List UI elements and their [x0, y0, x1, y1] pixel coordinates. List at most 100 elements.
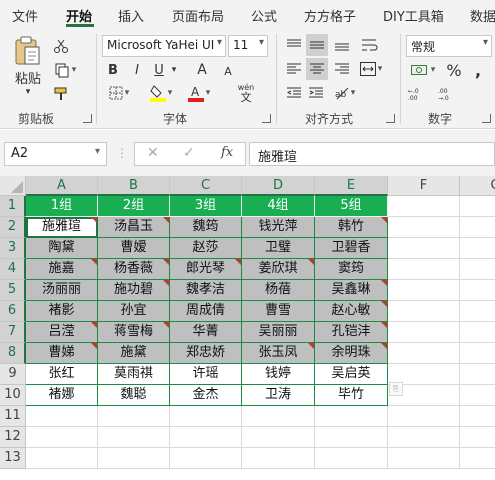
table-cell[interactable]: 姜欣琪 [242, 259, 315, 280]
comma-style-button[interactable]: , [468, 60, 488, 80]
clipboard-launcher-icon[interactable] [83, 114, 92, 123]
column-header-d[interactable]: D [242, 176, 315, 196]
table-cell[interactable]: 魏筠 [170, 217, 242, 238]
table-cell[interactable]: 曹嫒 [98, 238, 170, 259]
table-cell[interactable]: 余明珠 [315, 343, 388, 364]
empty-cell[interactable] [388, 217, 460, 238]
table-cell[interactable]: 华菁 [170, 322, 242, 343]
column-header-f[interactable]: F [388, 176, 460, 196]
formula-input[interactable]: 施雅瑄 [249, 142, 495, 166]
column-header-e[interactable]: E [315, 176, 388, 196]
table-cell[interactable]: 毕竹 [315, 385, 388, 406]
orientation-icon[interactable]: ab ▾ [330, 84, 360, 102]
table-cell[interactable]: 施功碧 [98, 280, 170, 301]
empty-cell[interactable] [460, 385, 495, 406]
percent-button[interactable]: % [444, 60, 464, 80]
column-header-c[interactable]: C [170, 176, 242, 196]
tab-formulas[interactable]: 公式 [251, 6, 277, 25]
row-header-13[interactable]: 13 [0, 448, 26, 469]
table-cell[interactable]: 赵心敏 [315, 301, 388, 322]
table-cell[interactable]: 孙宜 [98, 301, 170, 322]
empty-cell[interactable] [388, 406, 460, 427]
table-cell[interactable]: 金杰 [170, 385, 242, 406]
confirm-icon[interactable]: ✓ [183, 145, 195, 161]
table-cell[interactable]: 孔铠沣 [315, 322, 388, 343]
column-header-b[interactable]: B [98, 176, 170, 196]
fill-color-icon[interactable]: ▾ [146, 82, 176, 104]
name-box[interactable]: A2 ▾ [4, 142, 107, 166]
table-cell[interactable]: 汤昌玉 [98, 217, 170, 238]
insert-function-button[interactable]: fx [221, 145, 233, 160]
empty-cell[interactable] [460, 343, 495, 364]
font-launcher-icon[interactable] [262, 114, 271, 123]
tab-page-layout[interactable]: 页面布局 [172, 6, 224, 25]
empty-cell[interactable] [388, 259, 460, 280]
table-cell[interactable]: 许瑶 [170, 364, 242, 385]
table-cell[interactable]: 张红 [26, 364, 98, 385]
align-right-icon[interactable] [332, 60, 352, 78]
empty-cell[interactable] [460, 364, 495, 385]
formula-bar-grip-icon[interactable]: ⋮ [116, 146, 128, 160]
row-header-7[interactable]: 7 [0, 322, 26, 343]
underline-button[interactable]: U [150, 61, 168, 79]
table-cell[interactable]: 魏聪 [98, 385, 170, 406]
table-cell[interactable]: 杨香薇 [98, 259, 170, 280]
table-cell[interactable]: 卫涛 [242, 385, 315, 406]
paste-dropdown-icon[interactable]: ▾ [18, 86, 38, 98]
number-format-combo[interactable]: 常规 ▾ [406, 35, 492, 57]
table-cell[interactable]: 韩竹 [315, 217, 388, 238]
row-header-4[interactable]: 4 [0, 259, 26, 280]
table-cell[interactable]: 窦筠 [315, 259, 388, 280]
table-cell[interactable]: 蒋雪梅 [98, 322, 170, 343]
table-cell[interactable]: 施黛 [98, 343, 170, 364]
table-cell[interactable]: 曹娣 [26, 343, 98, 364]
table-cell[interactable]: 魏孝洁 [170, 280, 242, 301]
row-header-2[interactable]: 2 [0, 217, 26, 238]
format-painter-icon[interactable] [50, 84, 72, 104]
row-header-12[interactable]: 12 [0, 427, 26, 448]
row-header-11[interactable]: 11 [0, 406, 26, 427]
empty-cell[interactable] [98, 427, 170, 448]
table-cell[interactable]: 张玉凤 [242, 343, 315, 364]
empty-cell[interactable] [170, 427, 242, 448]
empty-cell[interactable] [388, 448, 460, 469]
align-middle-icon[interactable] [306, 34, 328, 56]
table-cell[interactable]: 施嘉 [26, 259, 98, 280]
group-header-cell[interactable]: 2组 [98, 196, 170, 217]
group-header-cell[interactable]: 3组 [170, 196, 242, 217]
phonetic-icon[interactable]: wén 文 [228, 80, 264, 106]
align-center-icon[interactable] [306, 58, 328, 80]
select-all-button[interactable] [0, 176, 26, 196]
font-color-icon[interactable]: A ▾ [184, 82, 214, 104]
active-cell[interactable]: 施雅瑄 [26, 217, 98, 238]
increase-decimal-icon[interactable]: ←.0.00 [406, 84, 430, 104]
table-cell[interactable]: 曹雪 [242, 301, 315, 322]
paste-icon[interactable] [10, 34, 46, 68]
empty-cell[interactable] [460, 280, 495, 301]
column-header-g[interactable]: G [460, 176, 495, 196]
alignment-launcher-icon[interactable] [386, 114, 395, 123]
table-cell[interactable]: 吴丽丽 [242, 322, 315, 343]
empty-cell[interactable] [388, 196, 460, 217]
empty-cell[interactable] [388, 322, 460, 343]
row-header-5[interactable]: 5 [0, 280, 26, 301]
empty-cell[interactable] [315, 448, 388, 469]
table-cell[interactable]: 郑忠娇 [170, 343, 242, 364]
empty-cell[interactable] [388, 238, 460, 259]
font-name-combo[interactable]: Microsoft YaHei UI ▾ [102, 35, 226, 57]
table-cell[interactable]: 郎光琴 [170, 259, 242, 280]
tab-diy-toolbox[interactable]: DIY工具箱 [383, 6, 444, 25]
table-cell[interactable]: 吴启英 [315, 364, 388, 385]
empty-cell[interactable] [242, 427, 315, 448]
paste-button[interactable]: 粘贴 [12, 68, 44, 87]
group-header-cell[interactable]: 1组 [26, 196, 98, 217]
row-header-10[interactable]: 10 [0, 385, 26, 406]
empty-cell[interactable] [388, 301, 460, 322]
worksheet-grid[interactable]: ABCDEFG 12345678910111213 1组2组3组4组5组施雅瑄汤… [0, 176, 495, 480]
empty-cell[interactable] [460, 217, 495, 238]
align-top-icon[interactable] [284, 36, 304, 54]
empty-cell[interactable] [98, 406, 170, 427]
table-cell[interactable]: 赵莎 [170, 238, 242, 259]
empty-cell[interactable] [460, 427, 495, 448]
align-left-icon[interactable] [284, 60, 304, 78]
